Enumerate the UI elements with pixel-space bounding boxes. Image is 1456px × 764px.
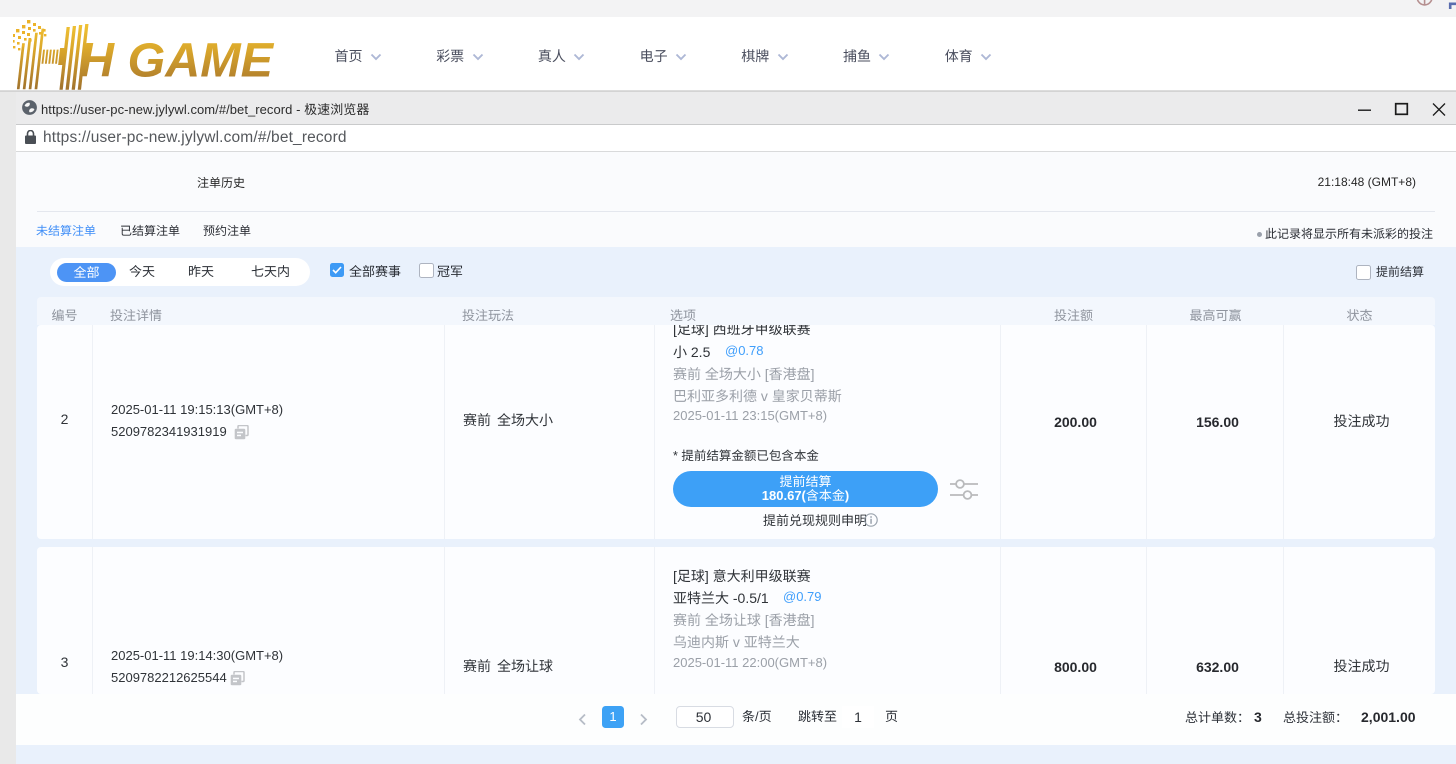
svg-text:H GAME: H GAME <box>79 34 275 88</box>
